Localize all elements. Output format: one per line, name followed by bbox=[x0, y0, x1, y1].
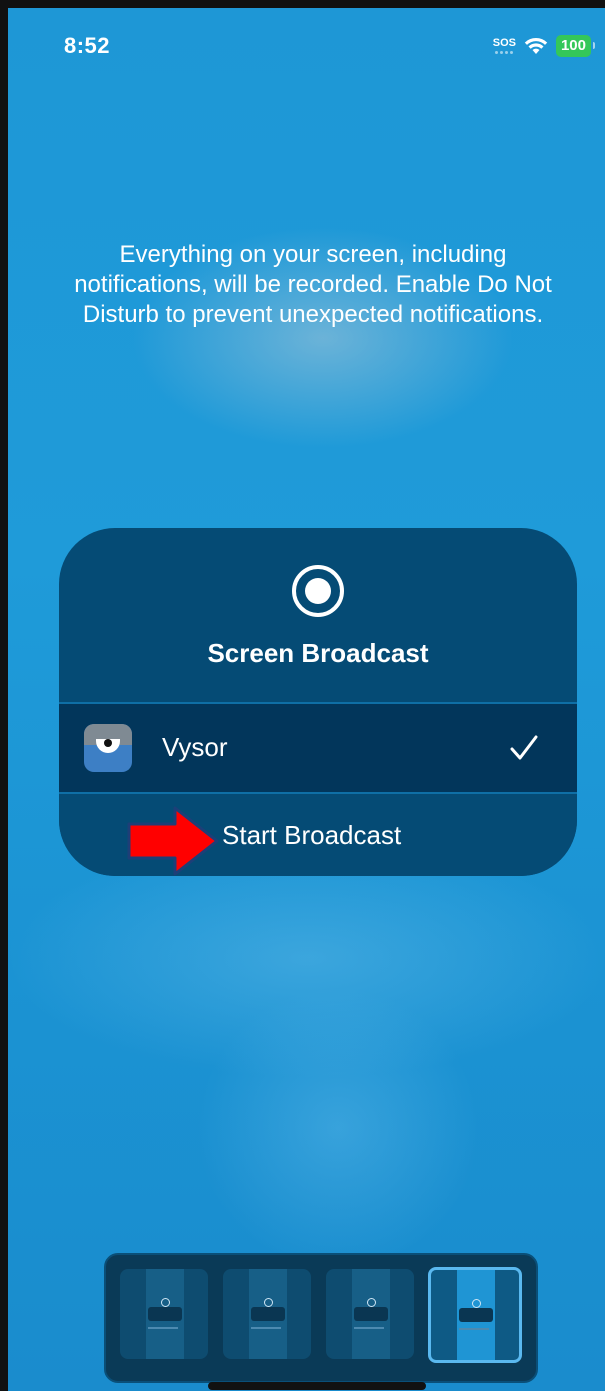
record-icon bbox=[292, 565, 344, 617]
broadcast-screen: 8:52 SOS 100 Everything on your screen, … bbox=[8, 8, 605, 1391]
start-broadcast-label: Start Broadcast bbox=[222, 820, 402, 850]
vysor-app-icon bbox=[84, 724, 132, 772]
app-thumbnail[interactable] bbox=[326, 1269, 414, 1359]
app-item-label: Vysor bbox=[162, 732, 228, 762]
app-switcher-strip bbox=[104, 1253, 538, 1383]
red-arrow-icon bbox=[127, 806, 219, 876]
sos-label: SOS bbox=[492, 37, 516, 49]
panel-title: Screen Broadcast bbox=[207, 638, 429, 668]
recording-info-text: Everything on your screen, including not… bbox=[74, 241, 552, 328]
wifi-icon bbox=[524, 37, 548, 54]
status-icons: SOS 100 bbox=[493, 34, 596, 58]
app-item-vysor[interactable]: Vysor bbox=[59, 704, 577, 792]
signal-dots-icon bbox=[495, 51, 514, 54]
app-thumbnail[interactable] bbox=[223, 1269, 311, 1359]
checkmark-icon bbox=[510, 735, 538, 760]
status-time: 8:52 bbox=[64, 33, 111, 58]
battery-indicator: 100 bbox=[555, 35, 596, 57]
app-thumbnail-active[interactable] bbox=[428, 1267, 522, 1363]
app-thumbnail[interactable] bbox=[120, 1269, 208, 1359]
home-indicator[interactable] bbox=[208, 1382, 426, 1390]
sos-indicator: SOS bbox=[493, 38, 516, 54]
